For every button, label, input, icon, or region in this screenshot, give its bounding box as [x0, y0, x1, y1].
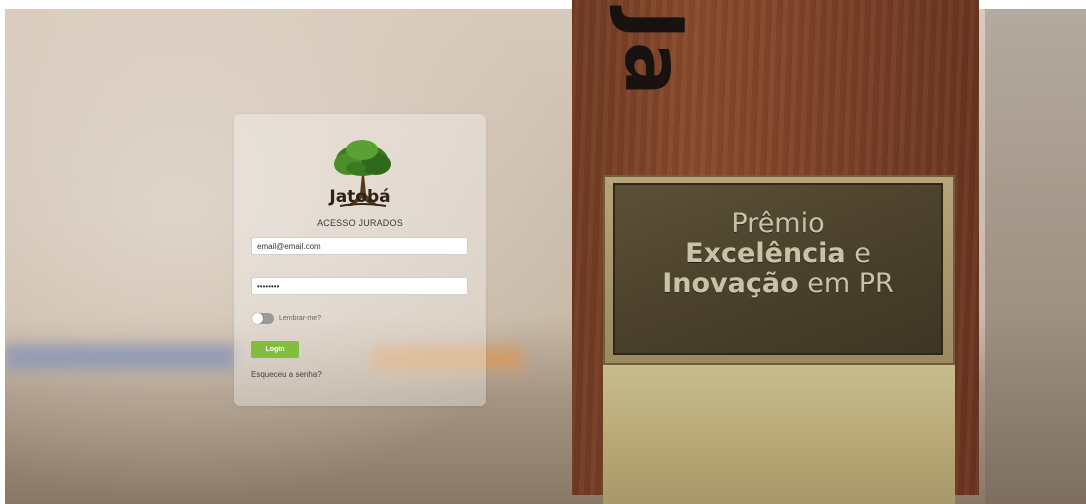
plaque-line-2-bold: Excelência — [685, 238, 846, 269]
background-blur-right — [985, 9, 1086, 504]
wood-post-letters: Ja — [607, 10, 700, 98]
brass-plate — [603, 365, 955, 504]
plaque-line-1: Prêmio — [731, 208, 825, 239]
plaque-line-3-rest: em PR — [798, 268, 894, 299]
remember-me-toggle[interactable] — [252, 313, 274, 324]
password-field[interactable] — [251, 277, 468, 295]
login-subtitle: ACESSO JURADOS — [317, 218, 403, 228]
award-plaque-panel: Prêmio Excelência e Inovação em PR — [613, 183, 943, 355]
award-plaque: Prêmio Excelência e Inovação em PR — [603, 175, 955, 365]
login-card: Jatobá ACESSO JURADOS Lembrar-me? Login … — [234, 114, 486, 406]
email-field[interactable] — [251, 237, 468, 255]
plaque-line-3-bold: Inovação — [662, 268, 799, 299]
remember-me-label: Lembrar-me? — [279, 315, 322, 322]
forgot-password-link[interactable]: Esqueceu a senha? — [251, 370, 322, 379]
plaque-line-2-rest: e — [845, 238, 871, 269]
brand-name: Jatobá — [329, 187, 391, 207]
award-plaque-text: Prêmio Excelência e Inovação em PR — [613, 209, 943, 299]
background-blur-blue — [5, 344, 235, 370]
toggle-knob — [252, 313, 263, 324]
login-button[interactable]: Login — [251, 341, 299, 358]
